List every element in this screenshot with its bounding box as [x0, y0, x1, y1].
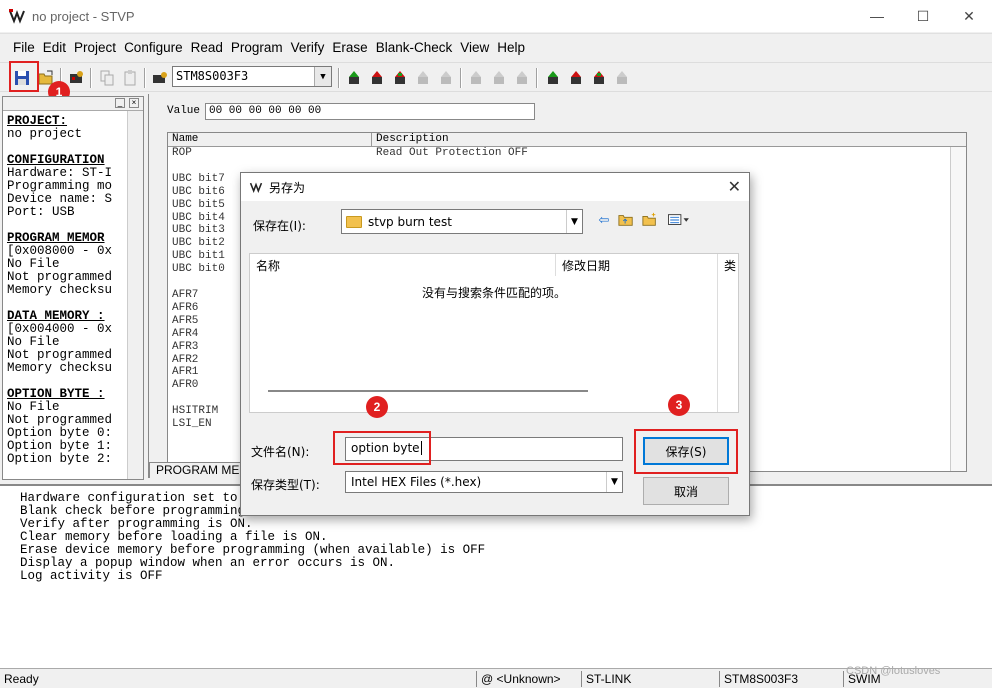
tab-program-memory[interactable]: PROGRAM ME	[149, 462, 247, 478]
step-badge-2: 2	[366, 396, 388, 418]
menu-view[interactable]: View	[459, 38, 490, 57]
menu-erase[interactable]: Erase	[331, 38, 368, 57]
menu-file[interactable]: File	[12, 38, 36, 57]
verify-disabled-icon	[612, 68, 632, 88]
option-names[interactable]: ROP UBC bit7 UBC bit6 UBC bit5 UBC bit4 …	[172, 147, 225, 431]
new-folder-icon[interactable]	[641, 211, 659, 229]
app-icon	[9, 9, 25, 24]
read-disabled-icon	[436, 68, 456, 88]
project-panel: _ × PROJECT: no project CONFIGURATION Hard…	[2, 96, 144, 480]
filetype-value: Intel HEX Files (*.hex)	[351, 475, 482, 489]
program-disabled-icon	[489, 68, 509, 88]
status-ready: Ready	[4, 672, 39, 686]
file-list[interactable]: 名称 ^ 修改日期 类 没有与搜索条件匹配的项。	[249, 253, 739, 413]
program-disabled-icon	[512, 68, 532, 88]
copy-icon	[97, 68, 117, 88]
info-line: Option byte 2:	[7, 452, 113, 466]
menu-bar: File Edit Project Configure Read Program…	[0, 33, 992, 61]
save-in-label: 保存在(I):	[253, 219, 306, 233]
program-disabled-icon	[466, 68, 486, 88]
minimize-button[interactable]: —	[854, 0, 900, 32]
window-title: no project - STVP	[32, 8, 135, 24]
menu-verify[interactable]: Verify	[290, 38, 326, 57]
column-name[interactable]: Name	[168, 133, 372, 147]
panel-scrollbar[interactable]	[127, 111, 143, 479]
value-field[interactable]: 00 00 00 00 00 00	[205, 103, 535, 120]
sort-up-icon: ^	[400, 253, 409, 261]
panel-header: _ ×	[3, 97, 143, 111]
list-scrollbar[interactable]	[950, 147, 966, 471]
status-bar: Ready @ <Unknown> ST-LINK STM8S003F3 SWI…	[0, 665, 992, 688]
chip-settings-icon[interactable]	[66, 68, 86, 88]
info-line: Memory checksu	[7, 283, 113, 297]
device-select[interactable]: STM8S003F3 ▼	[172, 66, 332, 87]
chevron-down-icon[interactable]: ▼	[606, 472, 622, 492]
info-line: Memory checksu	[7, 361, 113, 375]
paste-icon	[120, 68, 140, 88]
column-type[interactable]: 类	[718, 254, 738, 276]
toolbar-separator	[144, 68, 146, 88]
program-option-icon[interactable]	[589, 68, 609, 88]
filename-label: 文件名(N):	[251, 445, 310, 459]
cancel-button[interactable]: 取消	[643, 477, 729, 505]
program-all-icon[interactable]	[566, 68, 586, 88]
highlight-box-save-button	[634, 429, 738, 474]
status-hardware: ST-LINK	[581, 671, 631, 687]
menu-help[interactable]: Help	[496, 38, 526, 57]
close-button[interactable]: ✕	[946, 0, 992, 32]
log-line: Display a popup window when an error occ…	[20, 556, 396, 570]
view-menu-icon[interactable]	[665, 211, 695, 229]
folder-icon	[346, 215, 362, 228]
horizontal-scrollbar[interactable]	[268, 390, 588, 392]
highlight-box-filename	[333, 431, 431, 465]
toolbar	[0, 62, 992, 92]
program-current-tab-icon[interactable]	[543, 68, 563, 88]
read-disabled-icon	[413, 68, 433, 88]
menu-configure[interactable]: Configure	[123, 38, 184, 57]
chevron-down-icon[interactable]: ▼	[314, 67, 331, 86]
title-bar: no project - STVP — ☐ ✕	[0, 0, 992, 32]
toolbar-separator	[536, 68, 538, 88]
device-icon	[150, 68, 170, 88]
panel-minimize-icon[interactable]: _	[115, 98, 125, 108]
menu-blank-check[interactable]: Blank-Check	[375, 38, 454, 57]
menu-edit[interactable]: Edit	[42, 38, 67, 57]
watermark: CSDN @lotusloves	[846, 665, 941, 677]
dialog-title-bar: 另存为 ✕	[241, 173, 749, 201]
info-line: no project	[7, 127, 83, 141]
project-info: PROJECT: no project CONFIGURATION Hardware…	[3, 111, 143, 466]
dialog-title: 另存为	[269, 180, 306, 195]
log-line: Log activity is OFF	[20, 569, 163, 583]
status-port: @ <Unknown>	[476, 671, 561, 687]
highlight-box-save	[9, 61, 39, 92]
chevron-down-icon[interactable]: ▼	[566, 210, 582, 233]
save-in-combo[interactable]: stvp burn test ▼	[341, 209, 583, 234]
save-in-value: stvp burn test	[368, 214, 452, 229]
column-description[interactable]: Description	[372, 133, 966, 147]
empty-message: 没有与搜索条件匹配的项。	[422, 286, 567, 300]
step-badge-3: 3	[668, 394, 690, 416]
read-all-icon[interactable]	[367, 68, 387, 88]
back-icon[interactable]: ⇦	[595, 211, 613, 229]
read-option-icon[interactable]	[390, 68, 410, 88]
dialog-close-icon[interactable]: ✕	[728, 177, 741, 196]
toolbar-separator	[338, 68, 340, 88]
read-current-tab-icon[interactable]	[344, 68, 364, 88]
menu-program[interactable]: Program	[230, 38, 284, 57]
menu-read[interactable]: Read	[190, 38, 224, 57]
app-icon	[249, 182, 263, 194]
toolbar-separator	[90, 68, 92, 88]
maximize-button[interactable]: ☐	[900, 0, 946, 32]
option-description: Read Out Protection OFF	[376, 147, 528, 159]
device-select-value: STM8S003F3	[176, 69, 249, 83]
menu-project[interactable]: Project	[73, 38, 117, 57]
info-line: Port: USB	[7, 205, 75, 219]
status-device: STM8S003F3	[719, 671, 798, 687]
panel-close-icon[interactable]: ×	[129, 98, 139, 108]
value-label: Value	[167, 105, 201, 117]
toolbar-separator	[460, 68, 462, 88]
filetype-select[interactable]: Intel HEX Files (*.hex) ▼	[345, 471, 623, 493]
filetype-label: 保存类型(T):	[251, 478, 320, 492]
up-folder-icon[interactable]	[617, 211, 635, 229]
